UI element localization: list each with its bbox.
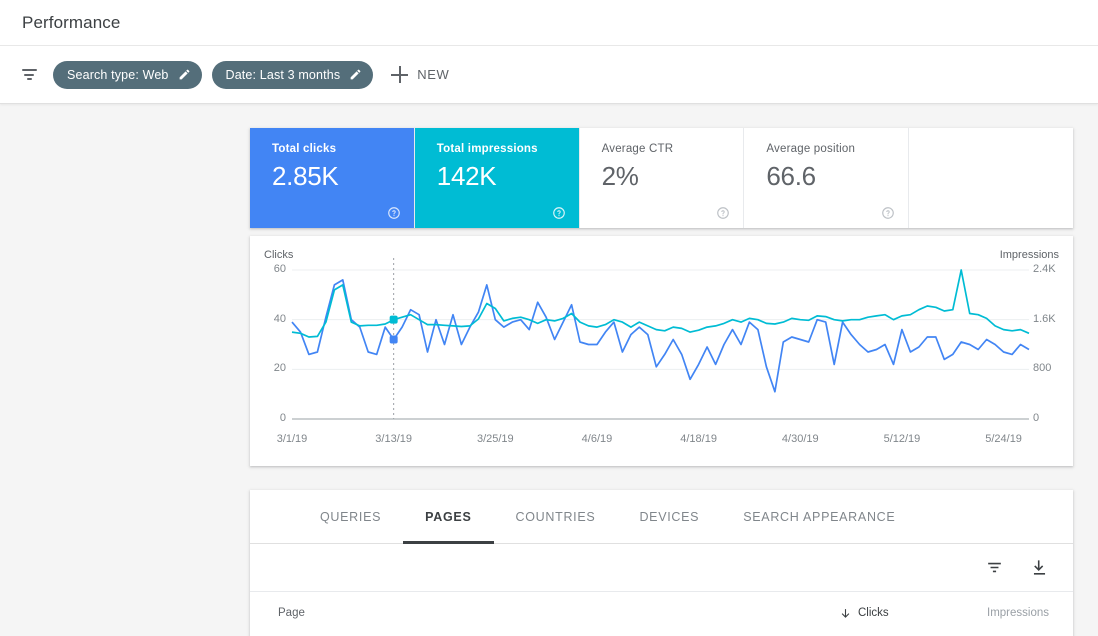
filter-chip-label: Search type: Web	[67, 67, 169, 82]
tab-countries[interactable]: COUNTRIES	[494, 490, 618, 544]
chart-y-tick-left: 40	[273, 312, 286, 325]
filter-icon[interactable]	[18, 64, 40, 86]
metric-card-average-position[interactable]: Average position 66.6	[744, 128, 910, 228]
metric-card-empty-slot	[909, 128, 1073, 228]
add-new-filter-button[interactable]: NEW	[391, 66, 449, 83]
column-header-clicks-label: Clicks	[858, 607, 889, 619]
dimension-tabs: QUERIES PAGES COUNTRIES DEVICES SEARCH A…	[250, 490, 1073, 544]
chart-y-axis-title-right: Impressions	[999, 249, 1059, 261]
filter-bar: Search type: Web Date: Last 3 months NEW	[0, 46, 1098, 104]
tab-pages[interactable]: PAGES	[403, 490, 494, 544]
chart-x-tick: 3/25/19	[476, 433, 514, 445]
metric-label: Total clicks	[272, 143, 337, 155]
chart-x-tick: 5/12/19	[883, 433, 921, 445]
table-header-row: Page Clicks Impressions	[250, 592, 1073, 634]
chart-y-tick-right: 1.6K	[1033, 312, 1056, 325]
metric-card-total-impressions[interactable]: Total impressions 142K	[414, 128, 580, 228]
column-header-impressions[interactable]: Impressions	[959, 607, 1049, 619]
chart-y-tick-right: 800	[1033, 362, 1052, 375]
metric-label: Average CTR	[601, 143, 674, 155]
chart-x-tick: 4/18/19	[680, 433, 717, 445]
tab-devices[interactable]: DEVICES	[617, 490, 721, 544]
pencil-icon[interactable]	[178, 68, 191, 81]
tab-queries[interactable]: QUERIES	[298, 490, 403, 544]
metric-card-average-ctr[interactable]: Average CTR 2%	[580, 128, 745, 228]
plus-icon	[391, 66, 409, 83]
chart-svg	[291, 258, 1030, 420]
help-icon[interactable]	[387, 206, 401, 220]
chart-y-axis-title-left: Clicks	[264, 249, 294, 261]
chart-y-tick-left: 20	[273, 362, 286, 375]
metric-label: Average position	[766, 143, 856, 155]
metric-card-total-clicks[interactable]: Total clicks 2.85K	[250, 128, 415, 228]
chart-x-tick: 4/30/19	[781, 433, 819, 445]
table-toolbar	[250, 544, 1073, 592]
chart-y-tick-right: 0	[1033, 412, 1040, 424]
chart-y-tick-right: 2.4K	[1033, 263, 1056, 275]
pencil-icon[interactable]	[349, 68, 362, 81]
metric-label: Total impressions	[436, 143, 538, 155]
filter-chip-label: Date: Last 3 months	[225, 67, 341, 82]
metric-value: 2.85K	[272, 161, 339, 191]
column-header-clicks[interactable]: Clicks	[839, 607, 959, 620]
dimension-table-panel: QUERIES PAGES COUNTRIES DEVICES SEARCH A…	[250, 490, 1073, 636]
add-new-filter-label: NEW	[417, 67, 450, 82]
filter-icon[interactable]	[985, 558, 1004, 577]
chart-area[interactable]: Clicks Impressions 0 20 40 60 0 800 1.6K 2.4K 3/…	[250, 236, 1073, 466]
download-icon[interactable]	[1030, 558, 1049, 577]
performance-chart-panel: Clicks Impressions 0 20 40 60 0 800 1.6K 2.4K 3/…	[250, 236, 1073, 466]
help-icon[interactable]	[552, 206, 566, 220]
help-icon[interactable]	[716, 206, 730, 220]
filter-chip-search-type[interactable]: Search type: Web	[53, 60, 202, 89]
chart-x-tick: 3/1/19	[276, 433, 308, 445]
chart-y-tick-left: 0	[279, 412, 286, 424]
app-header: Performance	[0, 0, 1098, 46]
filter-chip-date[interactable]: Date: Last 3 months	[211, 60, 374, 89]
chart-x-tick: 3/13/19	[375, 433, 412, 445]
column-header-page[interactable]: Page	[278, 607, 839, 619]
metric-value: 2%	[601, 161, 639, 191]
chart-x-tick: 4/6/19	[581, 433, 613, 445]
page-title: Performance	[22, 12, 121, 32]
chart-y-tick-left: 60	[273, 263, 286, 275]
tab-search-appearance[interactable]: SEARCH APPEARANCE	[721, 490, 917, 544]
help-icon[interactable]	[881, 206, 895, 220]
metric-value: 66.6	[766, 161, 816, 191]
metric-value: 142K	[436, 161, 497, 191]
metrics-panel: Total clicks 2.85K Total impressions 142…	[250, 128, 1073, 228]
arrow-down-icon	[839, 607, 852, 620]
chart-x-tick: 5/24/19	[985, 433, 1022, 445]
